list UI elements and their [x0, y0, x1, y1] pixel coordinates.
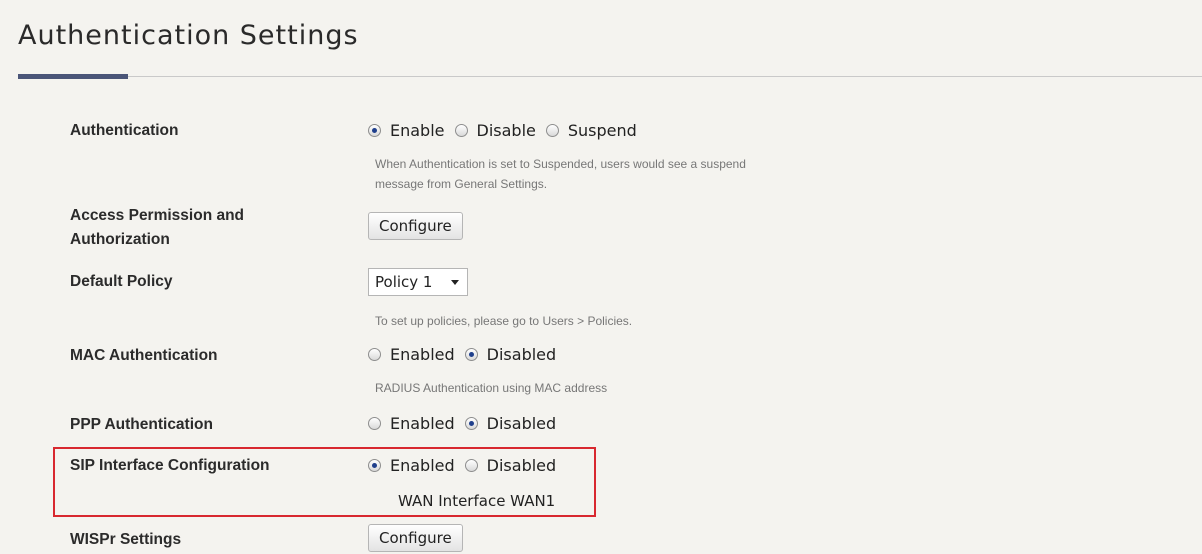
default-policy-selected-value: Policy 1	[375, 273, 433, 291]
mac-authentication-label: MAC Authentication	[70, 347, 218, 364]
mac-disabled-option[interactable]: Disabled	[464, 345, 557, 364]
ppp-enabled-label: Enabled	[390, 414, 455, 433]
title-accent-bar	[18, 74, 128, 79]
sip-enabled-label: Enabled	[390, 456, 455, 475]
title-divider	[18, 76, 1202, 77]
mac-authentication-radio-group: Enabled Disabled	[368, 345, 566, 364]
mac-enabled-option[interactable]: Enabled	[368, 345, 455, 364]
sip-enabled-option[interactable]: Enabled	[368, 456, 455, 475]
access-permission-configure-button[interactable]: Configure	[368, 212, 463, 240]
authentication-suspend-option[interactable]: Suspend	[545, 121, 637, 140]
radio-checked-icon[interactable]	[368, 124, 381, 137]
sip-disabled-option[interactable]: Disabled	[464, 456, 557, 475]
authentication-enable-option[interactable]: Enable	[368, 121, 445, 140]
sip-interface-radio-group: Enabled Disabled	[368, 456, 566, 475]
authentication-disable-option[interactable]: Disable	[454, 121, 536, 140]
ppp-enabled-option[interactable]: Enabled	[368, 414, 455, 433]
radio-checked-icon[interactable]	[464, 348, 478, 361]
radio-unchecked-icon[interactable]	[368, 348, 381, 361]
mac-disabled-label: Disabled	[486, 345, 557, 364]
wispr-configure-button[interactable]: Configure	[368, 524, 463, 552]
ppp-disabled-option[interactable]: Disabled	[464, 414, 557, 433]
default-policy-label: Default Policy	[70, 273, 173, 290]
authentication-hint: When Authentication is set to Suspended,…	[375, 157, 746, 191]
authentication-label: Authentication	[70, 122, 179, 139]
radio-unchecked-icon[interactable]	[464, 459, 478, 472]
radio-unchecked-icon[interactable]	[454, 124, 468, 137]
page-title: Authentication Settings	[18, 20, 359, 51]
radio-checked-icon[interactable]	[464, 417, 478, 430]
authentication-radio-group: Enable Disable Suspend	[368, 121, 647, 140]
access-permission-label: Access Permission and Authorization	[70, 207, 245, 248]
sip-disabled-label: Disabled	[486, 456, 557, 475]
radio-unchecked-icon[interactable]	[368, 417, 381, 430]
radio-unchecked-icon[interactable]	[545, 124, 559, 137]
sip-wan-interface-text: WAN Interface WAN1	[398, 492, 556, 510]
mac-enabled-label: Enabled	[390, 345, 455, 364]
default-policy-select[interactable]: Policy 1	[368, 268, 468, 296]
chevron-down-icon	[451, 279, 459, 285]
sip-interface-label: SIP Interface Configuration	[70, 457, 270, 474]
radio-checked-icon[interactable]	[368, 459, 381, 472]
ppp-authentication-label: PPP Authentication	[70, 416, 213, 433]
mac-authentication-hint: RADIUS Authentication using MAC address	[375, 381, 608, 395]
authentication-disable-label: Disable	[476, 121, 536, 140]
authentication-enable-label: Enable	[390, 121, 445, 140]
ppp-disabled-label: Disabled	[486, 414, 557, 433]
default-policy-hint: To set up policies, please go to Users >…	[375, 314, 633, 328]
wispr-settings-label: WISPr Settings	[70, 531, 182, 548]
authentication-suspend-label: Suspend	[567, 121, 637, 140]
ppp-authentication-radio-group: Enabled Disabled	[368, 414, 566, 433]
